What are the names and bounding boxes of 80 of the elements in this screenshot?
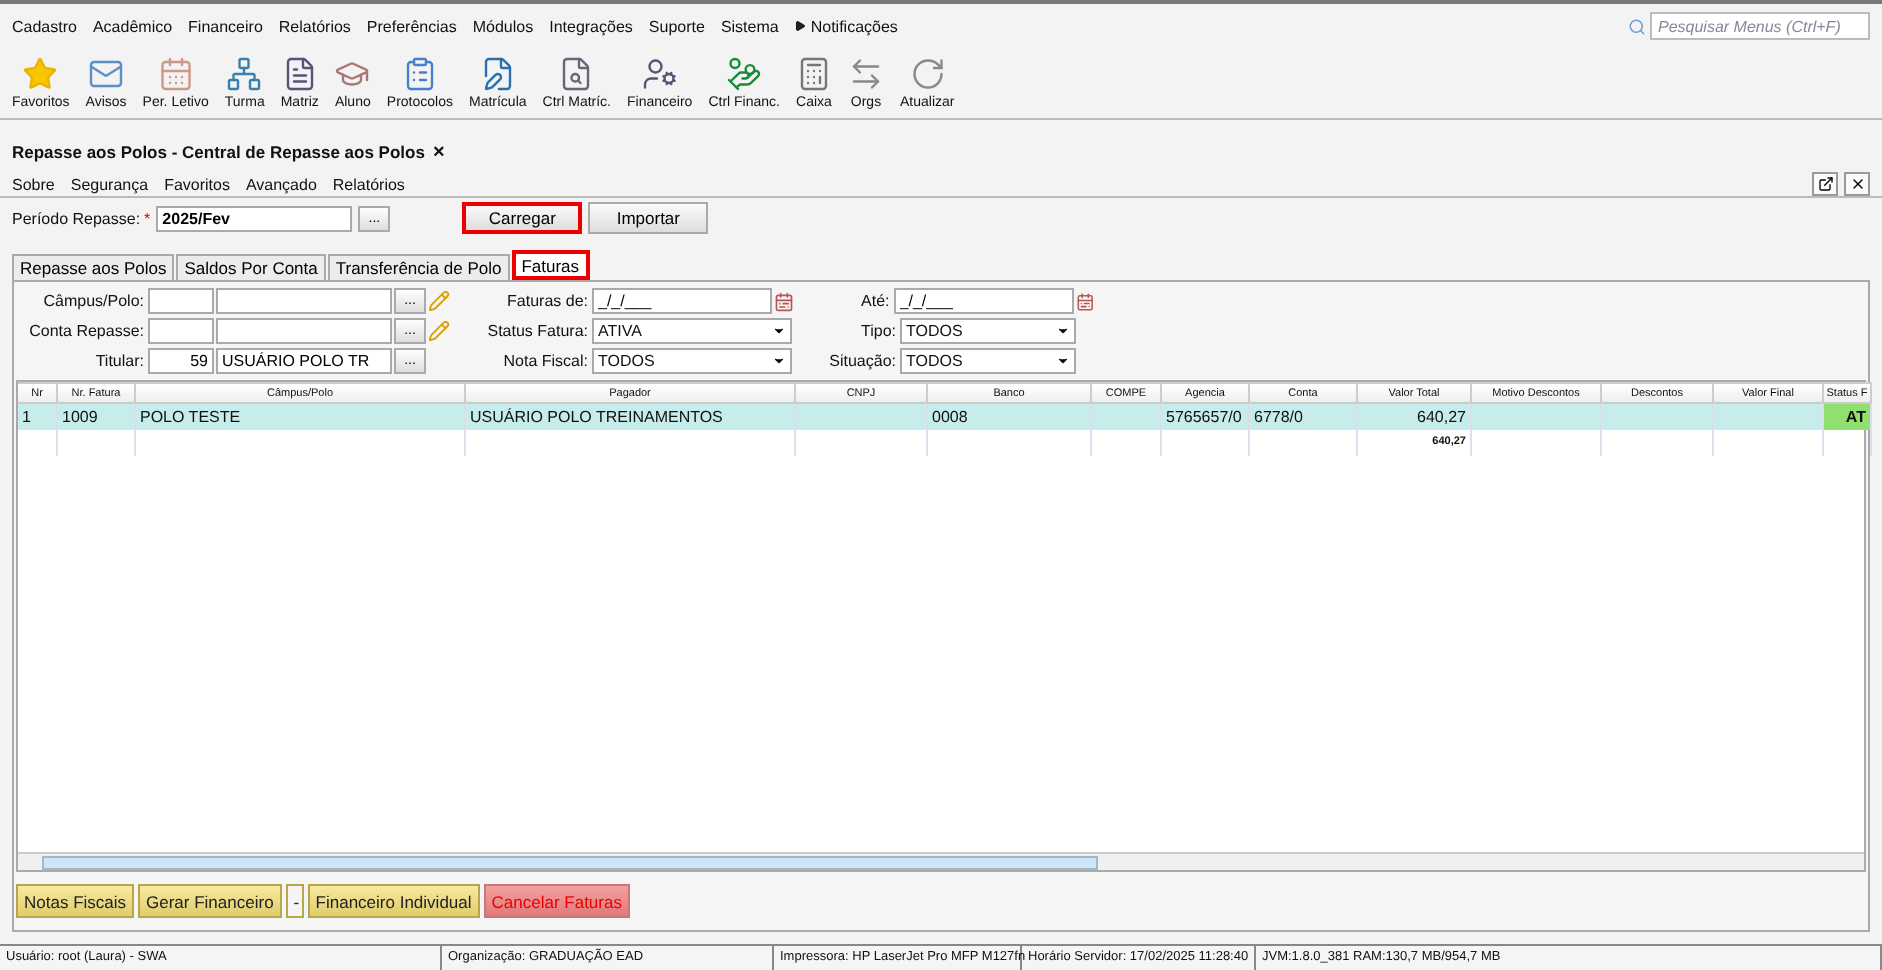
- code-field[interactable]: [148, 318, 214, 344]
- name-field[interactable]: USUÁRIO POLO TR: [216, 348, 392, 374]
- document-search-icon: [558, 56, 595, 92]
- field-label: Período Repasse: *: [12, 209, 151, 227]
- menu-item[interactable]: Relatórios: [278, 17, 351, 35]
- calendar-icon[interactable]: [1075, 291, 1094, 311]
- star-icon: [22, 56, 59, 92]
- tab[interactable]: Faturas: [511, 250, 590, 280]
- field-label: Faturas de:: [505, 292, 590, 310]
- action-button[interactable]: Carregar: [462, 202, 583, 234]
- action-button[interactable]: Financeiro Individual: [307, 884, 480, 918]
- chevron-down-icon: [1056, 354, 1070, 368]
- play-icon: [794, 20, 807, 32]
- field-label: Titular:: [93, 352, 146, 370]
- name-field[interactable]: [216, 288, 392, 314]
- tab[interactable]: Saldos Por Conta: [176, 254, 326, 280]
- menu-item[interactable]: Integrações: [549, 17, 633, 35]
- action-button[interactable]: Importar: [588, 202, 709, 234]
- graduate-icon: [334, 56, 371, 92]
- code-field[interactable]: [148, 288, 214, 314]
- period-field[interactable]: 2025/Fev: [156, 205, 353, 231]
- search-field[interactable]: Pesquisar Menus (Ctrl+F): [1650, 12, 1870, 40]
- chevron-down-icon: [772, 354, 786, 368]
- name-field[interactable]: [216, 318, 392, 344]
- action-button[interactable]: -: [285, 884, 304, 918]
- menu-item[interactable]: Segurança: [70, 175, 149, 193]
- field-label: Nota Fiscal:: [501, 352, 590, 370]
- field-label: Câmpus/Polo:: [41, 292, 146, 310]
- menu-item[interactable]: Acadêmico: [92, 17, 173, 35]
- dropdown[interactable]: TODOS: [900, 348, 1076, 374]
- field-label: Situação:: [827, 352, 898, 370]
- menu-item[interactable]: Suporte: [648, 17, 705, 35]
- edit-document-icon: [479, 56, 516, 92]
- field-label: Tipo:: [859, 322, 898, 340]
- table-cell: AT: [1824, 404, 1872, 430]
- menu-item[interactable]: Módulos: [472, 17, 534, 35]
- menu-item[interactable]: Sistema: [720, 17, 779, 35]
- envelope-icon: [88, 56, 125, 92]
- field-label: Conta Repasse:: [27, 322, 146, 340]
- dropdown[interactable]: TODOS: [592, 348, 792, 374]
- code-field[interactable]: 59: [148, 348, 214, 374]
- money-hand-icon: [726, 56, 763, 92]
- chevron-down-icon: [1056, 324, 1070, 338]
- menu-item[interactable]: Favoritos: [164, 175, 230, 193]
- pencil-icon[interactable]: [428, 320, 450, 342]
- dropdown[interactable]: TODOS: [900, 318, 1076, 344]
- close-icon: [1849, 176, 1865, 192]
- external-link-icon: [1817, 176, 1833, 192]
- field-label: Até:: [859, 292, 892, 310]
- search-icon: [1628, 17, 1646, 35]
- dropdown[interactable]: ATIVA: [592, 318, 792, 344]
- close-tab-button[interactable]: ×: [432, 141, 445, 163]
- document-icon: [281, 56, 318, 92]
- action-button[interactable]: Notas Fiscais: [16, 884, 135, 918]
- menu-item[interactable]: Preferências: [366, 17, 457, 35]
- tab[interactable]: Transferência de Polo: [327, 254, 510, 280]
- detach-button[interactable]: [1812, 172, 1838, 196]
- date-field[interactable]: _/_/___: [592, 288, 772, 314]
- clipboard-icon: [401, 56, 438, 92]
- pencil-icon[interactable]: [428, 290, 450, 312]
- register-icon: [796, 56, 832, 92]
- field-label: Status Fatura:: [485, 322, 590, 340]
- calendar-icon[interactable]: [774, 291, 794, 311]
- calendar-icon: [157, 56, 194, 92]
- menu-item[interactable]: Cadastro: [12, 17, 77, 35]
- refresh-icon: [909, 56, 946, 92]
- menu-item[interactable]: Notificações: [794, 17, 898, 35]
- scrollbar[interactable]: [18, 852, 1864, 870]
- window-title: Repasse aos Polos - Central de Repasse aos Polos: [12, 142, 425, 162]
- arrows-icon: [848, 56, 884, 92]
- person-icon: [641, 56, 678, 92]
- menu-item[interactable]: Avançado: [245, 175, 317, 193]
- close-button[interactable]: [1844, 172, 1870, 196]
- menu-item[interactable]: Sobre: [12, 175, 55, 193]
- chevron-down-icon: [772, 324, 786, 338]
- date-field[interactable]: _/_/___: [893, 288, 1074, 314]
- menu-item[interactable]: Financeiro: [188, 17, 263, 35]
- tab[interactable]: Repasse aos Polos: [12, 254, 175, 280]
- action-button[interactable]: Gerar Financeiro: [138, 884, 282, 918]
- menu-item[interactable]: Relatórios: [332, 175, 405, 193]
